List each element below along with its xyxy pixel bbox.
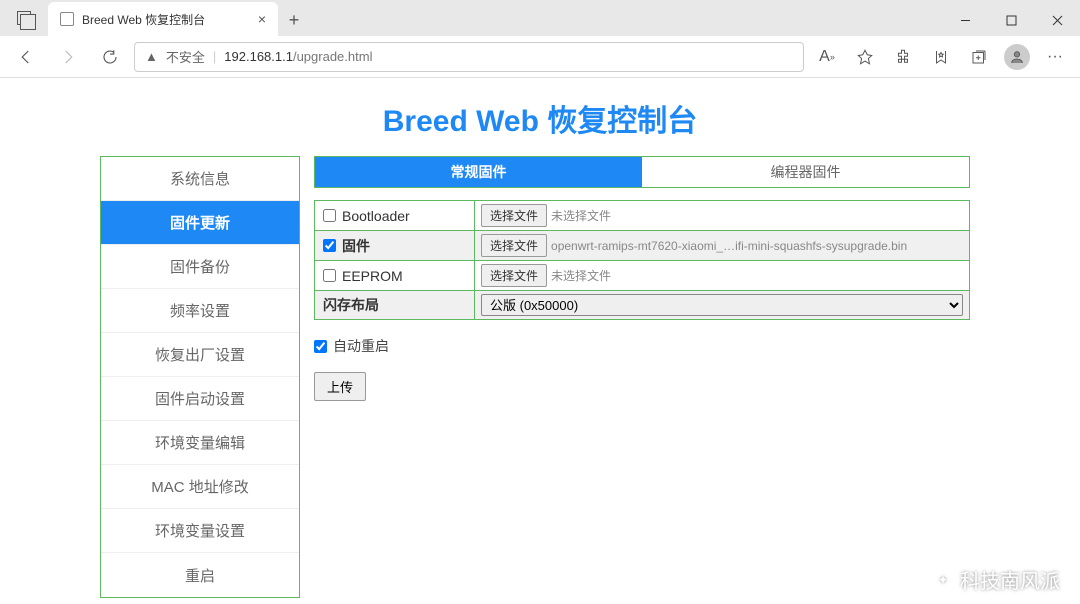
maximize-button[interactable] xyxy=(988,4,1034,36)
sidebar-item[interactable]: 重启 xyxy=(101,553,299,597)
choose-file-button[interactable]: 选择文件 xyxy=(481,204,547,227)
row-label: EEPROM xyxy=(342,268,403,284)
insecure-icon: ▲ xyxy=(145,49,158,64)
row-value-cell: 选择文件 openwrt-ramips-mt7620-xiaomi_…ifi-mi… xyxy=(475,231,969,260)
firmware-table: Bootloader选择文件未选择文件固件选择文件openwrt-ramips-… xyxy=(314,200,970,320)
flash-layout-cell: 公版 (0x50000) xyxy=(475,291,969,319)
flash-layout-label: 闪存布局 xyxy=(315,291,475,319)
page-icon xyxy=(60,12,74,26)
sidebar-item[interactable]: 环境变量设置 xyxy=(101,509,299,553)
close-tab-icon[interactable]: × xyxy=(258,11,266,27)
row-value-cell: 选择文件未选择文件 xyxy=(475,261,969,290)
row-checkbox[interactable] xyxy=(323,209,336,222)
content-tabs: 常规固件编程器固件 xyxy=(314,156,970,188)
window-titlebar: Breed Web 恢复控制台 × + xyxy=(0,0,1080,36)
sidebar-item[interactable]: 固件备份 xyxy=(101,245,299,289)
forward-button[interactable] xyxy=(50,39,86,75)
close-window-button[interactable] xyxy=(1034,4,1080,36)
row-checkbox[interactable] xyxy=(323,269,336,282)
row-label: Bootloader xyxy=(342,208,410,224)
back-button[interactable] xyxy=(8,39,44,75)
row-label-cell: 固件 xyxy=(315,231,475,260)
extensions-icon[interactable] xyxy=(886,40,920,74)
sidebar-item[interactable]: 频率设置 xyxy=(101,289,299,333)
sidebar-item[interactable]: 恢复出厂设置 xyxy=(101,333,299,377)
auto-reboot-row: 自动重启 xyxy=(314,336,970,356)
flash-layout-select[interactable]: 公版 (0x50000) xyxy=(481,294,963,316)
upload-button[interactable]: 上传 xyxy=(314,372,366,401)
choose-file-button[interactable]: 选择文件 xyxy=(481,264,547,287)
page-title: Breed Web 恢复控制台 xyxy=(0,96,1080,140)
tab-title: Breed Web 恢复控制台 xyxy=(82,11,205,28)
row-label: 固件 xyxy=(342,236,370,256)
content-tab[interactable]: 常规固件 xyxy=(315,157,642,187)
collections-icon[interactable] xyxy=(962,40,996,74)
minimize-button[interactable] xyxy=(942,4,988,36)
table-row: 固件 选择文件 openwrt-ramips-mt7620-xiaomi_…ifi-… xyxy=(315,231,969,261)
address-bar[interactable]: ▲ 不安全 | 192.168.1.1/upgrade.html xyxy=(134,42,804,72)
file-status: openwrt-ramips-mt7620-xiaomi_…ifi-mini-s… xyxy=(551,239,907,253)
sidebar-item[interactable]: MAC 地址修改 xyxy=(101,465,299,509)
favorites-bar-icon[interactable] xyxy=(924,40,958,74)
row-value-cell: 选择文件未选择文件 xyxy=(475,201,969,230)
new-tab-button[interactable]: + xyxy=(278,4,310,36)
tab-actions-icon[interactable] xyxy=(0,0,48,36)
url-path: /upgrade.html xyxy=(293,49,373,64)
auto-reboot-checkbox[interactable] xyxy=(314,340,327,353)
auto-reboot-label: 自动重启 xyxy=(333,336,389,356)
page-content: Breed Web 恢复控制台 系统信息固件更新固件备份频率设置恢复出厂设置固件… xyxy=(0,78,1080,604)
row-checkbox[interactable] xyxy=(323,239,336,252)
profile-button[interactable] xyxy=(1000,40,1034,74)
file-status: 未选择文件 xyxy=(551,267,611,284)
flash-layout-row: 闪存布局公版 (0x50000) xyxy=(315,291,969,319)
browser-tab[interactable]: Breed Web 恢复控制台 × xyxy=(48,2,278,36)
sidebar-item[interactable]: 固件启动设置 xyxy=(101,377,299,421)
browser-toolbar: ▲ 不安全 | 192.168.1.1/upgrade.html A» ··· xyxy=(0,36,1080,78)
sidebar-item[interactable]: 环境变量编辑 xyxy=(101,421,299,465)
watermark: ✦ 科技南风派 xyxy=(932,565,1060,594)
read-aloud-icon[interactable]: A» xyxy=(810,40,844,74)
table-row: Bootloader 选择文件未选择文件 xyxy=(315,201,969,231)
url-host: 192.168.1.1 xyxy=(224,49,293,64)
choose-file-button[interactable]: 选择文件 xyxy=(481,234,547,257)
more-icon[interactable]: ··· xyxy=(1038,40,1072,74)
refresh-button[interactable] xyxy=(92,39,128,75)
sidebar: 系统信息固件更新固件备份频率设置恢复出厂设置固件启动设置环境变量编辑MAC 地址… xyxy=(100,156,300,598)
row-label-cell: EEPROM xyxy=(315,261,475,290)
sidebar-item[interactable]: 固件更新 xyxy=(101,201,299,245)
table-row: EEPROM 选择文件未选择文件 xyxy=(315,261,969,291)
wechat-icon: ✦ xyxy=(932,569,954,591)
insecure-label: 不安全 xyxy=(166,47,205,66)
sidebar-item[interactable]: 系统信息 xyxy=(101,157,299,201)
row-label-cell: Bootloader xyxy=(315,201,475,230)
favorite-icon[interactable] xyxy=(848,40,882,74)
file-status: 未选择文件 xyxy=(551,207,611,224)
content-tab[interactable]: 编程器固件 xyxy=(642,157,969,187)
